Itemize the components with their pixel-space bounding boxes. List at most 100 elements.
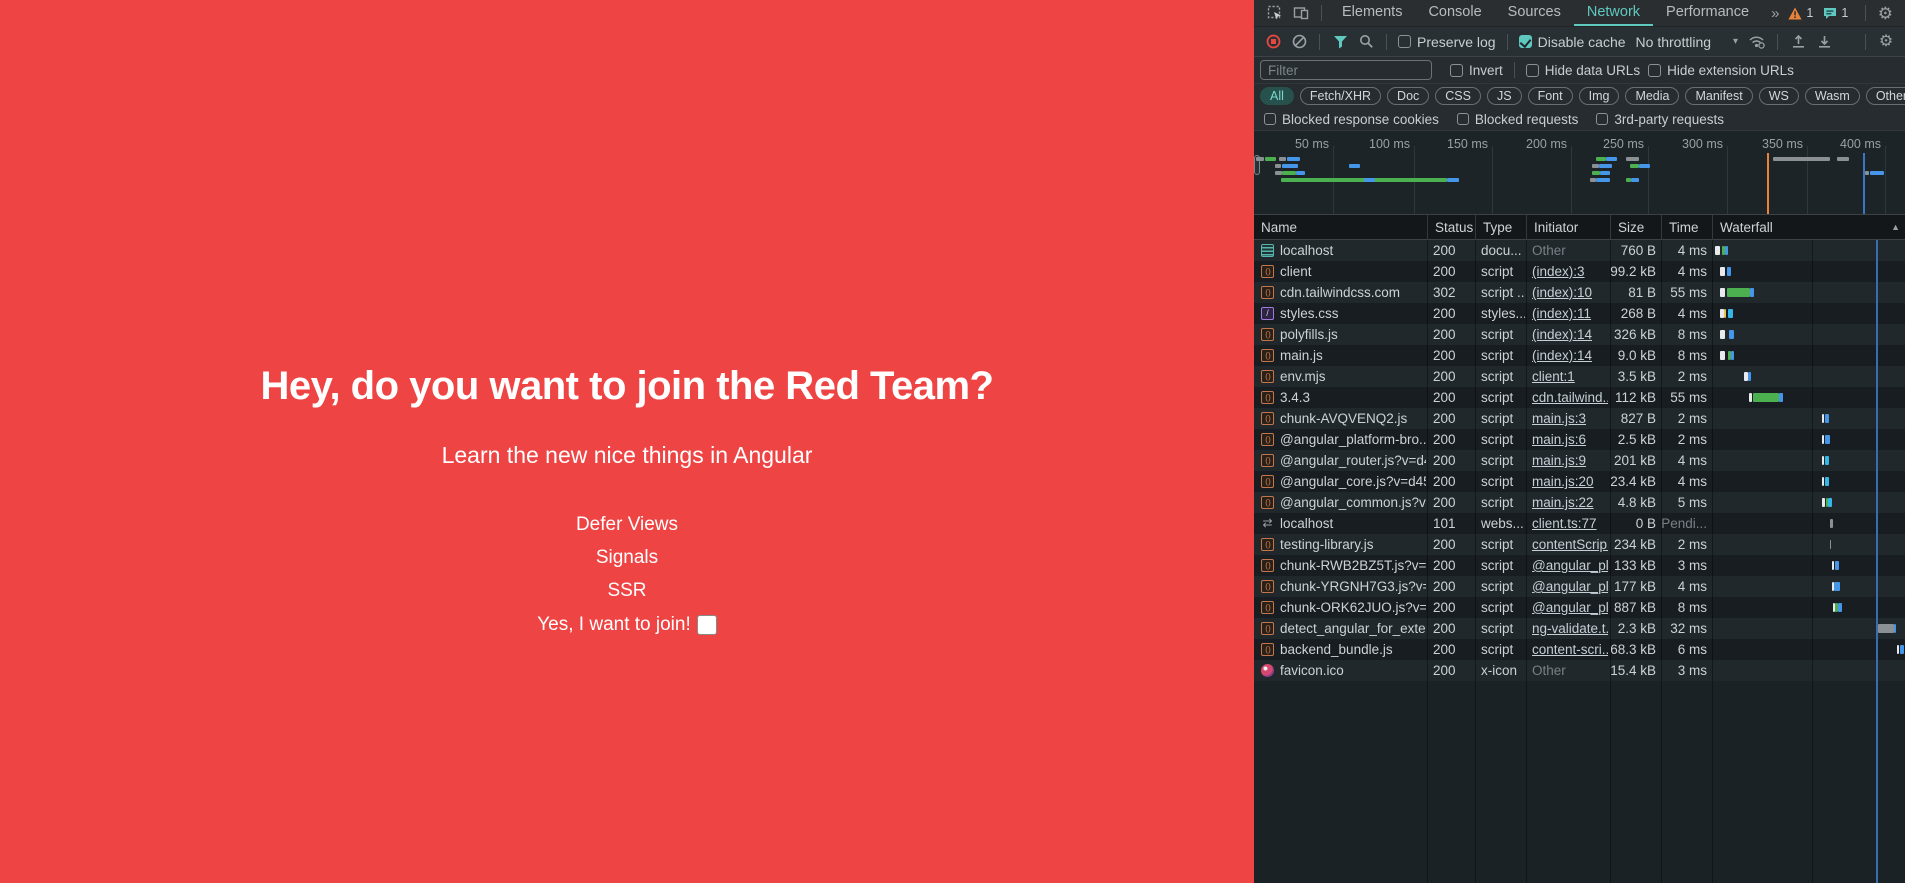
hide-data-urls-checkbox[interactable]: Hide data URLs bbox=[1526, 63, 1640, 78]
invert-checkbox[interactable]: Invert bbox=[1450, 63, 1503, 78]
kebab-menu-icon[interactable]: ⋮ bbox=[1897, 0, 1905, 26]
network-settings-gear-icon[interactable]: ⚙ bbox=[1874, 30, 1898, 54]
filter-chip-fetchxhr[interactable]: Fetch/XHR bbox=[1300, 87, 1381, 105]
table-row[interactable]: 3.4.3200scriptcdn.tailwind...112 kB55 ms bbox=[1254, 387, 1905, 408]
issues-icon bbox=[1823, 7, 1837, 20]
table-row[interactable]: backend_bundle.js200scriptcontent-scri..… bbox=[1254, 639, 1905, 660]
network-conditions-icon[interactable] bbox=[1745, 30, 1769, 54]
timeline-overview[interactable]: 50 ms100 ms150 ms200 ms250 ms300 ms350 m… bbox=[1254, 131, 1905, 215]
table-row[interactable]: env.mjs200scriptclient:13.5 kB2 ms bbox=[1254, 366, 1905, 387]
preserve-log-checkbox[interactable]: Preserve log bbox=[1398, 34, 1496, 50]
table-row[interactable]: polyfills.js200script(index):14326 kB8 m… bbox=[1254, 324, 1905, 345]
cell-initiator[interactable]: main.js:22 bbox=[1532, 492, 1608, 513]
filter-chip-js[interactable]: JS bbox=[1487, 87, 1522, 105]
table-row[interactable]: @angular_core.js?v=d45...200scriptmain.j… bbox=[1254, 471, 1905, 492]
filter-chip-doc[interactable]: Doc bbox=[1387, 87, 1429, 105]
tab-elements[interactable]: Elements bbox=[1329, 0, 1415, 26]
cell-initiator[interactable]: ng-validate.t... bbox=[1532, 618, 1608, 639]
device-toolbar-icon[interactable] bbox=[1288, 0, 1314, 26]
sort-arrow-icon: ▲ bbox=[1891, 215, 1900, 240]
cell-initiator[interactable]: main.js:20 bbox=[1532, 471, 1608, 492]
divider bbox=[1514, 62, 1515, 78]
cell-initiator[interactable]: @angular_pl... bbox=[1532, 576, 1608, 597]
search-icon[interactable] bbox=[1354, 30, 1378, 54]
cell-size: 112 kB bbox=[1610, 387, 1656, 408]
table-row[interactable]: @angular_common.js?v...200scriptmain.js:… bbox=[1254, 492, 1905, 513]
column-header-status[interactable]: Status bbox=[1427, 215, 1475, 240]
table-row[interactable]: client200script(index):399.2 kB4 ms bbox=[1254, 261, 1905, 282]
issues-badge[interactable]: 1 bbox=[1823, 6, 1848, 20]
join-checkbox[interactable] bbox=[697, 615, 717, 635]
table-row[interactable]: cdn.tailwindcss.com302script ...(index):… bbox=[1254, 282, 1905, 303]
cell-initiator[interactable]: @angular_pl... bbox=[1532, 597, 1608, 618]
disable-cache-checkbox[interactable]: Disable cache bbox=[1519, 34, 1626, 50]
table-row[interactable]: @angular_router.js?v=d4...200scriptmain.… bbox=[1254, 450, 1905, 471]
cell-initiator[interactable]: (index):10 bbox=[1532, 282, 1608, 303]
table-row[interactable]: chunk-RWB2BZ5T.js?v=d...200script@angula… bbox=[1254, 555, 1905, 576]
inspect-element-icon[interactable] bbox=[1262, 0, 1288, 26]
blocked-requests-checkbox[interactable]: Blocked requests bbox=[1457, 112, 1579, 127]
third-party-requests-checkbox[interactable]: 3rd-party requests bbox=[1596, 112, 1724, 127]
cell-initiator[interactable]: (index):11 bbox=[1532, 303, 1608, 324]
table-row[interactable]: testing-library.js200scriptcontentScrip.… bbox=[1254, 534, 1905, 555]
tab-strip: ElementsConsoleSourcesNetworkPerformance… bbox=[1329, 0, 1788, 26]
table-row[interactable]: ⇄localhost101webs...client.ts:770 BPendi… bbox=[1254, 513, 1905, 534]
table-row[interactable]: detect_angular_for_exten...200scriptng-v… bbox=[1254, 618, 1905, 639]
throttling-dropdown[interactable]: No throttling ▾ bbox=[1636, 34, 1739, 50]
tab-network[interactable]: Network bbox=[1574, 0, 1653, 26]
filter-toggle-icon[interactable] bbox=[1328, 30, 1352, 54]
column-header-waterfall[interactable]: Waterfall bbox=[1712, 215, 1904, 240]
blocked-response-cookies-checkbox[interactable]: Blocked response cookies bbox=[1264, 112, 1439, 127]
cell-initiator[interactable]: main.js:9 bbox=[1532, 450, 1608, 471]
filter-chip-ws[interactable]: WS bbox=[1759, 87, 1799, 105]
table-row[interactable]: chunk-ORK62JUO.js?v=d...200script@angula… bbox=[1254, 597, 1905, 618]
tab-sources[interactable]: Sources bbox=[1495, 0, 1574, 26]
table-row[interactable]: chunk-AVQVENQ2.js200scriptmain.js:3827 B… bbox=[1254, 408, 1905, 429]
cell-initiator[interactable]: (index):14 bbox=[1532, 345, 1608, 366]
hide-extension-urls-checkbox[interactable]: Hide extension URLs bbox=[1648, 63, 1794, 78]
filter-chip-font[interactable]: Font bbox=[1528, 87, 1573, 105]
filter-chip-other[interactable]: Other bbox=[1866, 87, 1905, 105]
table-row[interactable]: styles.css200styles...(index):11268 B4 m… bbox=[1254, 303, 1905, 324]
filter-chip-css[interactable]: CSS bbox=[1435, 87, 1481, 105]
filter-input[interactable] bbox=[1260, 60, 1432, 80]
waterfall-bar bbox=[1822, 414, 1824, 423]
cell-initiator[interactable]: content-scri... bbox=[1532, 639, 1608, 660]
export-har-icon[interactable] bbox=[1812, 30, 1836, 54]
cell-initiator[interactable]: (index):3 bbox=[1532, 261, 1608, 282]
tab-performance[interactable]: Performance bbox=[1653, 0, 1762, 26]
filter-chip-manifest[interactable]: Manifest bbox=[1685, 87, 1752, 105]
column-header-size[interactable]: Size bbox=[1610, 215, 1661, 240]
tab-console[interactable]: Console bbox=[1415, 0, 1494, 26]
filter-chip-img[interactable]: Img bbox=[1579, 87, 1620, 105]
cell-initiator[interactable]: @angular_pl... bbox=[1532, 555, 1608, 576]
tabs-overflow-button[interactable]: » bbox=[1762, 0, 1788, 26]
column-header-name[interactable]: Name bbox=[1254, 215, 1427, 240]
column-header-time[interactable]: Time bbox=[1661, 215, 1712, 240]
table-row[interactable]: chunk-YRGNH7G3.js?v=...200script@angular… bbox=[1254, 576, 1905, 597]
rows-viewport: localhost200docu...Other760 B4 msclient2… bbox=[1254, 240, 1905, 883]
cell-initiator[interactable]: client:1 bbox=[1532, 366, 1608, 387]
cell-initiator[interactable]: main.js:3 bbox=[1532, 408, 1608, 429]
cell-time: 6 ms bbox=[1661, 639, 1707, 660]
column-header-type[interactable]: Type bbox=[1475, 215, 1526, 240]
table-row[interactable]: @angular_platform-bro...200scriptmain.js… bbox=[1254, 429, 1905, 450]
cell-initiator[interactable]: cdn.tailwind... bbox=[1532, 387, 1608, 408]
filter-chip-wasm[interactable]: Wasm bbox=[1805, 87, 1860, 105]
table-row[interactable]: favicon.ico200x-iconOther15.4 kB3 ms bbox=[1254, 660, 1905, 681]
cell-initiator[interactable]: (index):14 bbox=[1532, 324, 1608, 345]
record-button[interactable] bbox=[1261, 30, 1285, 54]
clear-button[interactable] bbox=[1287, 30, 1311, 54]
table-row[interactable]: main.js200script(index):149.0 kB8 ms bbox=[1254, 345, 1905, 366]
import-har-icon[interactable] bbox=[1786, 30, 1810, 54]
warnings-badge[interactable]: 1 bbox=[1788, 6, 1813, 20]
filter-chip-all[interactable]: All bbox=[1260, 87, 1294, 105]
cell-initiator[interactable]: main.js:6 bbox=[1532, 429, 1608, 450]
settings-gear-icon[interactable]: ⚙ bbox=[1873, 0, 1897, 26]
cell-initiator[interactable]: contentScrip... bbox=[1532, 534, 1608, 555]
column-header-initiator[interactable]: Initiator bbox=[1526, 215, 1610, 240]
checkbox-unchecked bbox=[1596, 113, 1608, 125]
filter-chip-media[interactable]: Media bbox=[1625, 87, 1679, 105]
cell-initiator[interactable]: client.ts:77 bbox=[1532, 513, 1608, 534]
table-row[interactable]: localhost200docu...Other760 B4 ms bbox=[1254, 240, 1905, 261]
